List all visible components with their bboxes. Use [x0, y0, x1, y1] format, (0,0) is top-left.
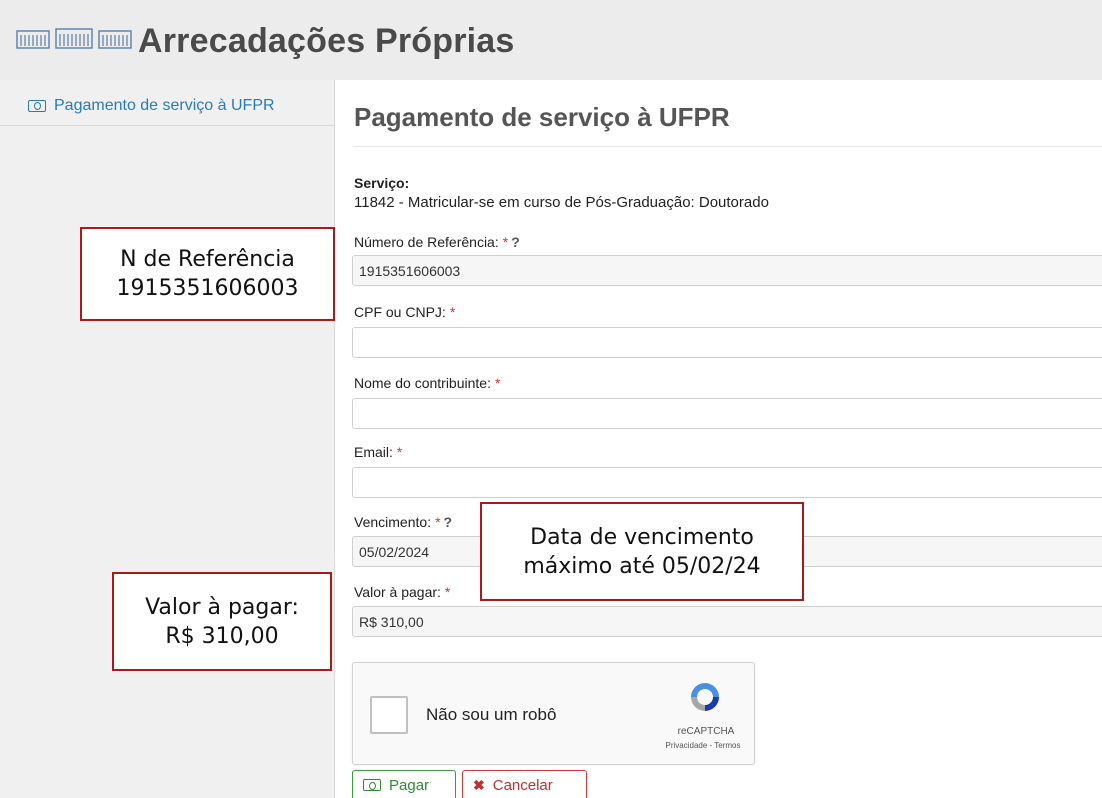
- title-divider: [354, 146, 1102, 147]
- cpf-label: CPF ou CNPJ: *: [354, 304, 455, 320]
- service-value: 11842 - Matricular-se em curso de Pós-Gr…: [354, 194, 769, 211]
- building-columns-logo: [16, 28, 132, 49]
- email-label: Email: *: [354, 444, 402, 460]
- recaptcha-icon: [691, 683, 719, 711]
- cash-icon: [28, 99, 46, 112]
- pay-button[interactable]: Pagar: [352, 770, 456, 798]
- help-icon[interactable]: ?: [444, 514, 453, 530]
- amount-value: R$ 310,00: [359, 614, 424, 630]
- callout-due-date: Data de vencimento máximo até 05/02/24: [480, 502, 804, 601]
- callout-line: N de Referência: [120, 247, 295, 272]
- required-marker: *: [396, 444, 403, 460]
- callout-line: máximo até 05/02/24: [523, 553, 761, 579]
- cpf-cnpj-input[interactable]: [352, 327, 1102, 358]
- amount-input[interactable]: R$ 310,00: [352, 606, 1102, 637]
- taxpayer-name-label: Nome do contribuinte: *: [354, 375, 500, 391]
- email-label-text: Email:: [354, 444, 393, 460]
- due-date-label: Vencimento: *?: [354, 514, 452, 530]
- cancel-button-label: Cancelar: [492, 776, 553, 794]
- recaptcha-links[interactable]: Privacidade - Termos: [653, 741, 753, 750]
- page-title: Pagamento de serviço à UFPR: [354, 102, 730, 132]
- reference-input[interactable]: 1915351606003: [352, 255, 1102, 286]
- callout-amount: Valor à pagar: R$ 310,00: [112, 572, 332, 671]
- required-marker: *: [494, 375, 501, 391]
- callout-line: Valor à pagar:: [145, 594, 299, 620]
- reference-label: Número de Referência: *?: [354, 234, 520, 250]
- email-input[interactable]: [352, 467, 1102, 498]
- sidebar: Pagamento de serviço à UFPR: [0, 80, 335, 798]
- recaptcha-checkbox[interactable]: [370, 696, 408, 734]
- recaptcha-brand: reCAPTCHA: [677, 726, 735, 737]
- required-marker: *: [435, 514, 441, 530]
- service-label: Serviço:: [354, 175, 410, 191]
- callout-line: Data de vencimento: [530, 524, 754, 550]
- callout-line: R$ 310,00: [165, 623, 279, 649]
- cpf-label-text: CPF ou CNPJ:: [354, 304, 446, 320]
- help-icon[interactable]: ?: [511, 234, 520, 250]
- taxpayer-name-label-text: Nome do contribuinte:: [354, 375, 491, 391]
- amount-label-text: Valor à pagar:: [354, 584, 441, 600]
- due-date-label-text: Vencimento:: [354, 514, 432, 530]
- cancel-button[interactable]: ✖ Cancelar: [462, 770, 587, 798]
- due-date-value: 05/02/2024: [359, 544, 430, 560]
- cash-icon: [363, 779, 381, 791]
- required-marker: *: [502, 234, 509, 250]
- taxpayer-name-input[interactable]: [352, 398, 1102, 429]
- app-title: Arrecadações Próprias: [138, 22, 515, 60]
- required-marker: *: [449, 304, 456, 320]
- callout-reference: N de Referência 1915351606003: [80, 227, 335, 321]
- close-icon: ✖: [473, 776, 485, 793]
- required-marker: *: [444, 584, 451, 600]
- recaptcha-widget: Não sou um robô reCAPTCHA Privacidade - …: [352, 662, 755, 765]
- reference-value: 1915351606003: [359, 263, 461, 279]
- amount-label: Valor à pagar: *: [354, 584, 450, 600]
- callout-line: 1915351606003: [116, 276, 299, 301]
- reference-label-text: Número de Referência:: [354, 234, 499, 250]
- app-header: Arrecadações Próprias: [0, 0, 1102, 80]
- recaptcha-label: Não sou um robô: [426, 705, 557, 724]
- main-content: Pagamento de serviço à UFPR Serviço: 118…: [336, 80, 1102, 798]
- sidebar-item-label: Pagamento de serviço à UFPR: [54, 96, 275, 114]
- pay-button-label: Pagar: [389, 776, 430, 794]
- sidebar-item-pagamento-servico[interactable]: Pagamento de serviço à UFPR: [0, 86, 335, 126]
